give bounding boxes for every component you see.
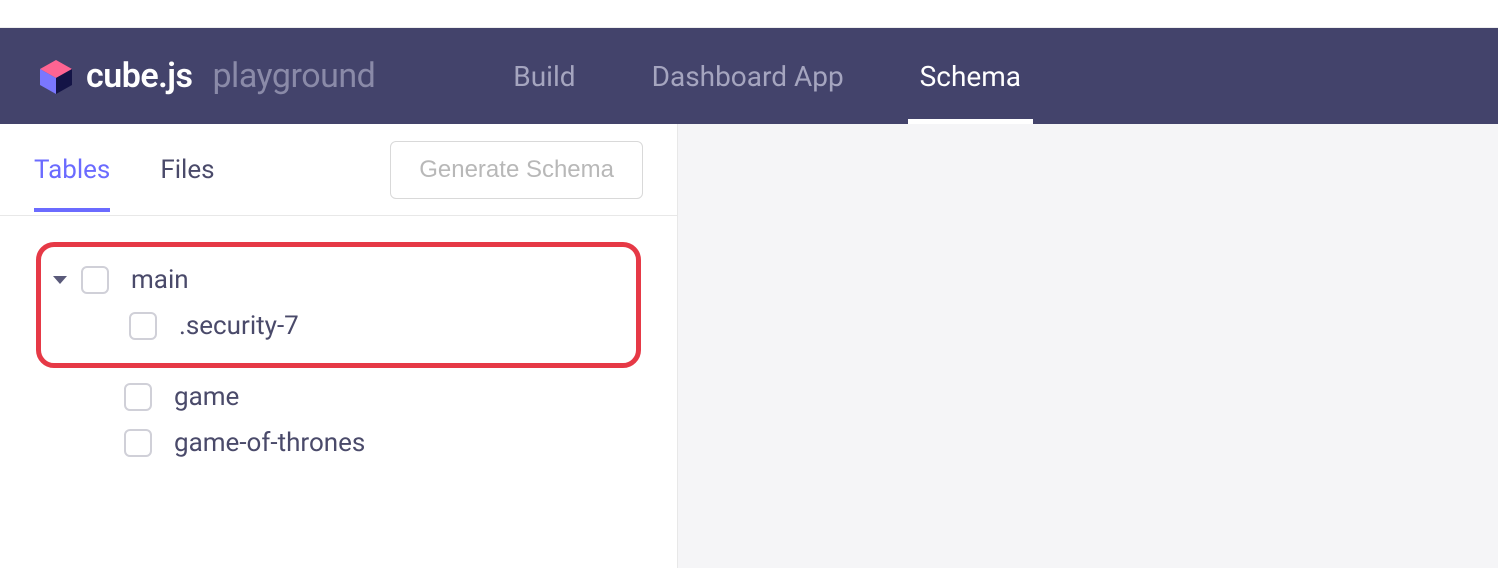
checkbox-game-of-thrones[interactable] [124, 429, 152, 457]
tree-label: .security-7 [179, 311, 299, 341]
logo-section: cube.js playground [36, 56, 375, 96]
browser-top-bar [0, 0, 1498, 28]
caret-down-icon[interactable] [53, 276, 67, 284]
sidebar-tabs: Tables Files [34, 129, 215, 211]
annotation-highlight: main .security-7 [36, 242, 641, 368]
nav-build[interactable]: Build [475, 28, 613, 124]
checkbox-security-7[interactable] [129, 312, 157, 340]
sidebar-header: Tables Files Generate Schema [0, 124, 677, 216]
main-content-area [678, 124, 1498, 568]
checkbox-main[interactable] [81, 266, 109, 294]
tree-label: game-of-thrones [174, 428, 365, 458]
nav-schema[interactable]: Schema [882, 28, 1059, 124]
tree-label: main [131, 265, 189, 295]
tree-item-game[interactable]: game [0, 374, 677, 420]
tree-item-security-7[interactable]: .security-7 [41, 303, 636, 349]
tree-label: game [174, 382, 239, 412]
tree-root-main[interactable]: main [41, 257, 636, 303]
sidebar: Tables Files Generate Schema main .secur… [0, 124, 678, 568]
cubejs-logo-icon [36, 56, 76, 96]
tables-tree: main .security-7 game game-of-thrones [0, 216, 677, 486]
checkbox-game[interactable] [124, 383, 152, 411]
nav-dashboard-app[interactable]: Dashboard App [614, 28, 882, 124]
generate-schema-button[interactable]: Generate Schema [390, 141, 643, 199]
content-area: Tables Files Generate Schema main .secur… [0, 124, 1498, 568]
brand-suffix: playground [212, 56, 375, 96]
app-header: cube.js playground Build Dashboard App S… [0, 28, 1498, 124]
tab-tables[interactable]: Tables [34, 129, 110, 211]
main-nav: Build Dashboard App Schema [475, 28, 1059, 124]
tree-item-game-of-thrones[interactable]: game-of-thrones [0, 420, 677, 466]
tab-files[interactable]: Files [160, 129, 214, 211]
brand-name: cube.js [86, 56, 192, 96]
